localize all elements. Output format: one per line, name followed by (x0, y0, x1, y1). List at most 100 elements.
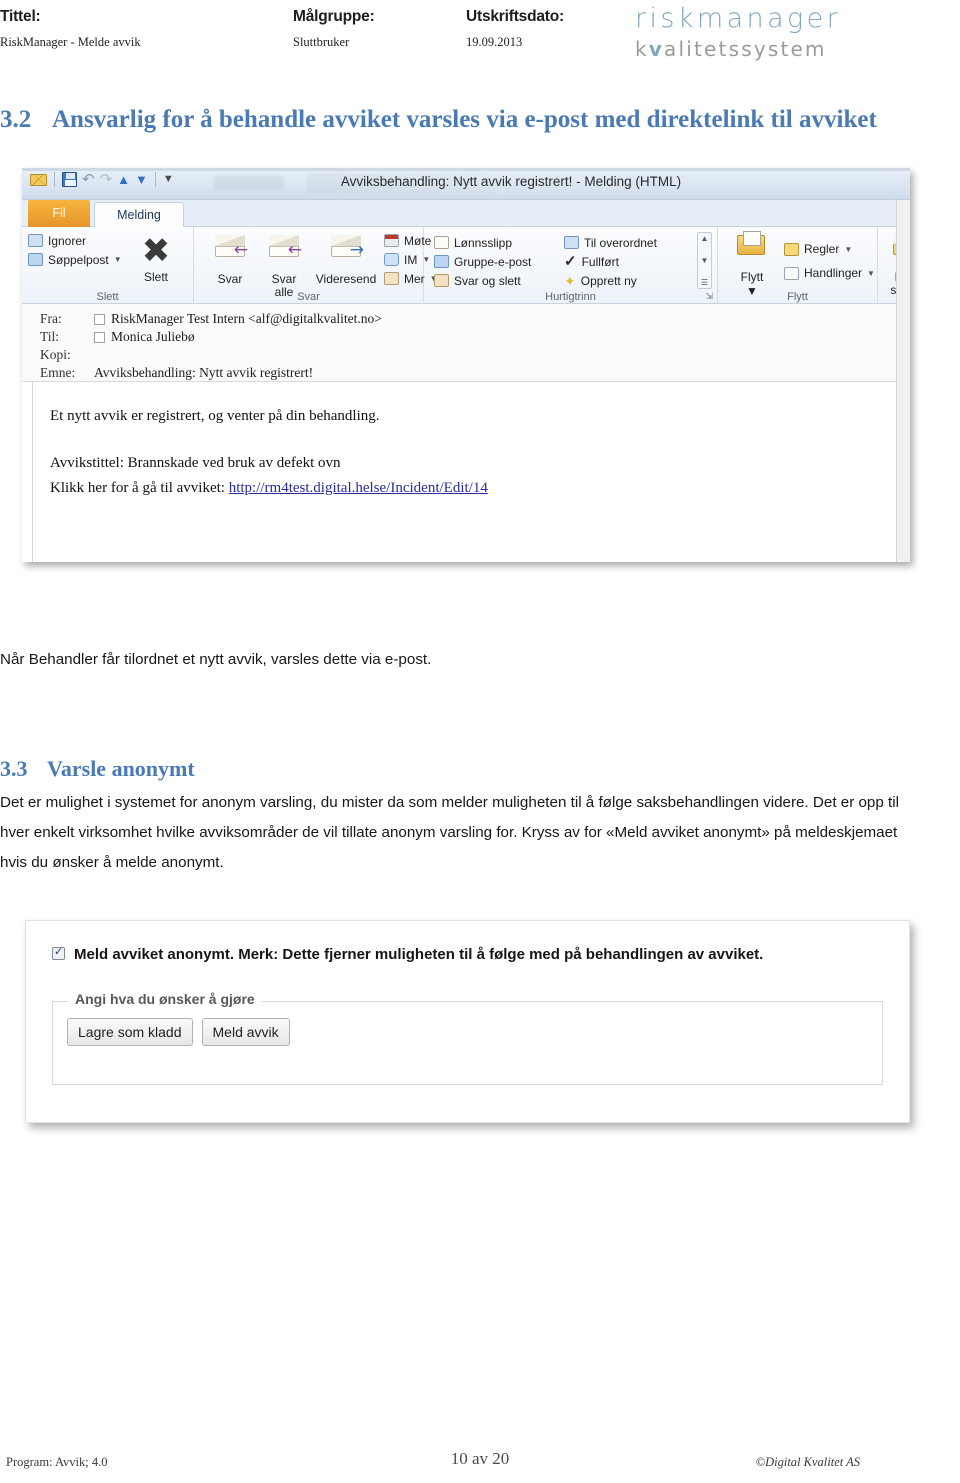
tab-fil[interactable]: Fil (28, 200, 90, 227)
paragraph-anonymous: Det er mulighet i systemet for anonym va… (0, 794, 900, 871)
header-audience-value: Sluttbruker (293, 35, 350, 49)
field-til-checkbox[interactable] (94, 331, 105, 343)
reply-all-icon: ← (256, 233, 312, 273)
move-folder-icon (724, 231, 780, 271)
header-printdate-label: Utskriftsdato: (466, 8, 564, 25)
quickstep-til-overordnet[interactable]: Til overordnet (564, 233, 657, 252)
document-footer: Program: Avvik; 4.0 10 av 20 ©Digital Kv… (0, 1443, 960, 1483)
quickstep-gruppe-epost[interactable]: Gruppe-e-post (434, 252, 531, 271)
to-manager-icon (564, 236, 579, 249)
message-body: Et nytt avvik er registrert, og venter p… (22, 382, 910, 562)
field-til: Til: Monica Juliebø (22, 328, 910, 346)
ribbon-item-im-label: IM (404, 252, 418, 267)
report-incident-button[interactable]: Meld avvik (201, 1018, 290, 1046)
ribbon-item-regler-label: Regler (804, 242, 840, 256)
outlook-ribbon-tabs[interactable]: Fil Melding (22, 200, 910, 227)
section-title-3-2: Ansvarlig for å behandle avviket varsles… (52, 106, 877, 133)
header-printdate-value: 19.09.2013 (466, 35, 523, 49)
quicksteps-scrollbar[interactable]: ▲ ▼ ☰ (697, 232, 712, 289)
field-til-value: Monica Juliebø (111, 329, 195, 344)
quickstep-opprett-ny[interactable]: ✦ Opprett ny (564, 271, 657, 290)
header-title-value: RiskManager - Melde avvik (0, 35, 141, 49)
outlook-ribbon[interactable]: Ignorer Søppelpost ▼ ✖ Slett Slett ← Sva (22, 227, 910, 304)
ribbon-group-flytt: Flytt ▼ Regler ▼ Handlinger ▼ Flytt (718, 227, 878, 304)
header-title-label: Tittel: (0, 8, 41, 25)
save-draft-button[interactable]: Lagre som kladd (67, 1018, 193, 1046)
message-body-spacer (50, 429, 910, 451)
ribbon-button-flytt[interactable]: Flytt ▼ (724, 231, 780, 298)
ribbon-button-svar[interactable]: ← Svar (202, 233, 258, 286)
create-new-icon: ✦ (564, 272, 576, 289)
field-emne-label: Emne: (40, 365, 76, 380)
incident-link[interactable]: http://rm4test.digital.helse/Incident/Ed… (229, 480, 488, 496)
field-emne-value: Avviksbehandling: Nytt avvik registrert! (94, 365, 314, 380)
reply-icon: ← (202, 233, 258, 273)
delete-x-icon: ✖ (141, 231, 171, 271)
chevron-down-icon[interactable]: ▼ (867, 269, 875, 278)
ribbon-item-soppelpost[interactable]: Søppelpost ▼ (28, 250, 122, 269)
flytt-commands[interactable]: Regler ▼ Handlinger ▼ (784, 237, 875, 285)
ribbon-item-mer-label: Mer (404, 271, 425, 286)
chevron-down-icon[interactable]: ▼ (114, 255, 122, 264)
group-email-icon (434, 255, 449, 268)
ribbon-item-ignorer[interactable]: Ignorer (28, 231, 122, 250)
chevron-down-icon[interactable]: ▼ (844, 245, 852, 254)
footer-copyright: ©Digital Kvalitet AS (755, 1455, 860, 1469)
outlook-window-title: Avviksbehandling: Nytt avvik registrert!… (340, 174, 682, 189)
field-fra-checkbox[interactable] (94, 313, 105, 325)
message-body-left-rule (32, 382, 33, 562)
outlook-message-screenshot: ↶ ↷ ▲ ▼ ▼ Avviksbehandling: Nytt avvik r… (22, 168, 910, 562)
anonymous-checkbox-label: Meld avviket anonymt. Merk: Dette fjerne… (74, 946, 764, 963)
quickstep-lonnsslipp[interactable]: Lønnsslipp (434, 233, 531, 252)
message-header-fields: Fra: RiskManager Test Intern <alf@digita… (22, 304, 910, 382)
ribbon-group-label-flytt: Flytt (787, 291, 808, 303)
dialog-launcher-icon[interactable]: ⇲ (705, 291, 713, 302)
logo-tagline: kvalitetssystem (635, 39, 841, 59)
quickstep-opprett-ny-label: Opprett ny (580, 273, 637, 288)
message-link-prefix: Klikk her for å gå til avviket: (50, 480, 229, 496)
quicksteps-expand-icon[interactable]: ☰ (701, 278, 708, 287)
quickstep-svar-og-slett[interactable]: Svar og slett (434, 271, 531, 290)
message-scrollbar[interactable] (896, 200, 910, 562)
action-fieldset: Angi hva du ønsker å gjøre Lagre som kla… (52, 991, 883, 1085)
ribbon-item-handlinger-label: Handlinger (804, 266, 863, 280)
anonymous-checkbox-row[interactable]: Meld avviket anonymt. Merk: Dette fjerne… (52, 943, 883, 967)
action-buttons[interactable]: Lagre som kladd Meld avvik (67, 1018, 290, 1046)
anonymous-checkbox[interactable] (52, 945, 65, 960)
ribbon-group-label-slett: Slett (96, 291, 119, 303)
ribbon-button-videresend[interactable]: → Videresend (310, 233, 382, 286)
rules-icon (784, 242, 799, 256)
hurtigtrinn-col-1[interactable]: Lønnsslipp Gruppe-e-post Svar og slett (434, 233, 531, 290)
section-heading-3-2: 3.2 Ansvarlig for å behandle avviket vars… (0, 106, 940, 134)
riskmanager-logo: riskmanager kvalitetssystem (635, 5, 841, 59)
ribbon-item-regler[interactable]: Regler ▼ (784, 237, 875, 261)
more-icon (384, 272, 399, 285)
message-body-line-3: Klikk her for å gå til avviket: http://r… (50, 476, 910, 501)
ribbon-button-videresend-label: Videresend (315, 272, 377, 286)
ribbon-group-hurtigtrinn: Lønnsslipp Gruppe-e-post Svar og slett T… (424, 227, 718, 304)
hurtigtrinn-col-2[interactable]: Til overordnet ✓ Fullført ✦ Opprett ny (564, 233, 657, 290)
field-kopi-label: Kopi: (40, 347, 71, 362)
logo-check-glyph: v (648, 37, 665, 61)
document-header: Tittel: RiskManager - Melde avvik Målgru… (0, 0, 960, 78)
ribbon-button-flytt-label: Flytt (740, 270, 764, 284)
tab-melding[interactable]: Melding (94, 202, 184, 227)
ribbon-group-slett: Ignorer Søppelpost ▼ ✖ Slett Slett (22, 227, 194, 304)
header-audience-column: Målgruppe: Sluttbruker (293, 8, 375, 50)
ribbon-group-label-hurtigtrinn: Hurtigtrinn (545, 291, 596, 303)
quickstep-fullfort-label: Fullført (581, 254, 619, 269)
ribbon-item-ignorer-label: Ignorer (48, 233, 87, 248)
quickstep-fullfort[interactable]: ✓ Fullført (564, 252, 657, 271)
section-number-3-2: 3.2 (0, 106, 32, 133)
quickstep-lonnsslipp-label: Lønnsslipp (454, 235, 513, 250)
action-fieldset-legend: Angi hva du ønsker å gjøre (69, 991, 261, 1007)
ignore-icon (28, 234, 43, 247)
field-fra: Fra: RiskManager Test Intern <alf@digita… (22, 310, 910, 328)
scroll-up-icon[interactable]: ▲ (701, 234, 709, 243)
ribbon-item-handlinger[interactable]: Handlinger ▼ (784, 261, 875, 285)
ribbon-button-slett[interactable]: ✖ Slett (128, 231, 184, 284)
outlook-title-bar: ↶ ↷ ▲ ▼ ▼ Avviksbehandling: Nytt avvik r… (22, 168, 910, 200)
slett-commands[interactable]: Ignorer Søppelpost ▼ (28, 231, 122, 269)
ribbon-button-svar-alle[interactable]: ← Svar alle (256, 233, 312, 299)
scroll-down-icon[interactable]: ▼ (701, 256, 709, 265)
